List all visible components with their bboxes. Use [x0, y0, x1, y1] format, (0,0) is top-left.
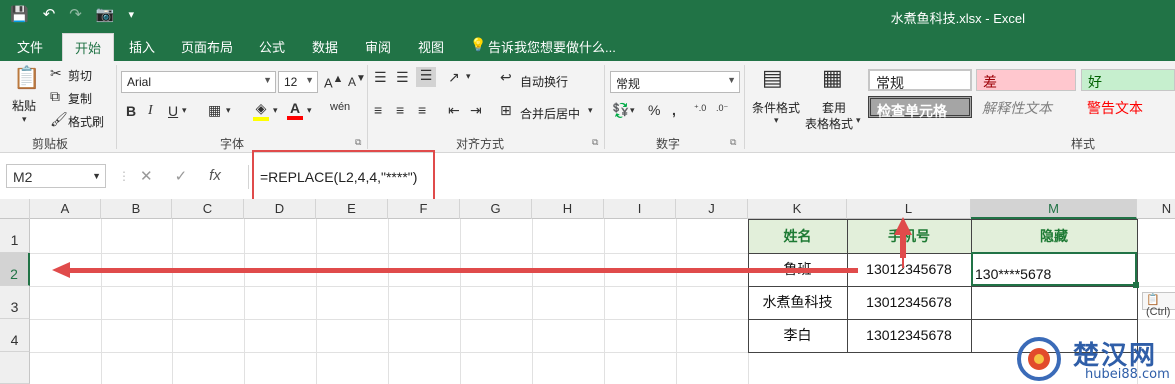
watermark-url: hubei88.com [1085, 367, 1170, 382]
arrow-up [894, 217, 912, 258]
watermark-logo-icon [1017, 337, 1061, 381]
watermark: 楚汉网 hubei88.com [1015, 333, 1175, 384]
arrow-left [52, 262, 858, 278]
annotation-arrows [52, 217, 912, 278]
